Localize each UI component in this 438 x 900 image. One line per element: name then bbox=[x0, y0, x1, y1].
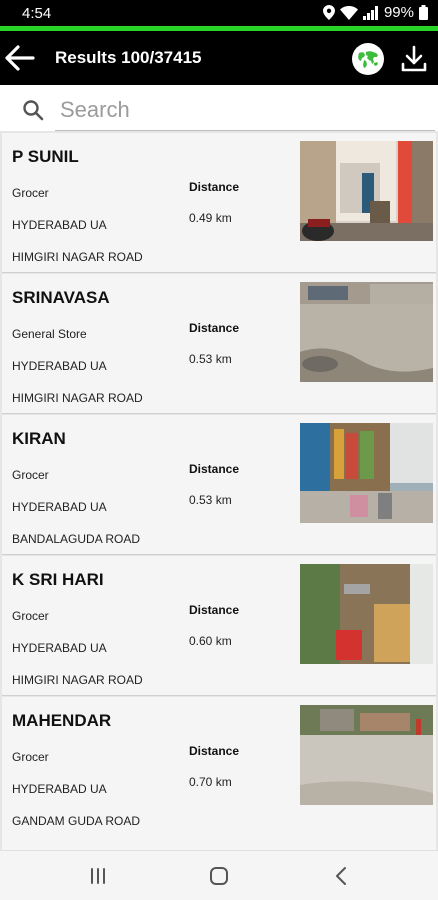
result-card[interactable]: P SUNIL Grocer HYDERABAD UA HIMGIRI NAGA… bbox=[2, 133, 436, 273]
download-icon[interactable] bbox=[400, 45, 428, 73]
distance-value: 0.53 km bbox=[189, 493, 232, 507]
store-name: K SRI HARI bbox=[12, 570, 104, 589]
distance-label: Distance bbox=[189, 180, 240, 194]
search-bar bbox=[0, 85, 438, 133]
result-card[interactable]: K SRI HARI Grocer HYDERABAD UA HIMGIRI N… bbox=[2, 556, 436, 696]
results-list[interactable]: P SUNIL Grocer HYDERABAD UA HIMGIRI NAGA… bbox=[0, 131, 438, 850]
status-icons: 99% bbox=[322, 4, 428, 21]
store-city: HYDERABAD UA bbox=[12, 641, 107, 655]
store-road: BANDALAGUDA ROAD bbox=[12, 532, 141, 546]
store-road: GANDAM GUDA ROAD bbox=[12, 814, 141, 828]
store-city: HYDERABAD UA bbox=[12, 218, 107, 232]
store-city: HYDERABAD UA bbox=[12, 500, 107, 514]
store-photo[interactable] bbox=[300, 141, 433, 241]
store-photo[interactable] bbox=[300, 423, 433, 523]
battery-percent: 99% bbox=[383, 4, 414, 21]
store-photo[interactable] bbox=[300, 282, 433, 382]
result-card[interactable]: MAHENDAR Grocer HYDERABAD UA GANDAM GUDA… bbox=[2, 697, 436, 837]
result-card[interactable]: SRINAVASA General Store HYDERABAD UA HIM… bbox=[2, 274, 436, 414]
search-input[interactable] bbox=[60, 93, 430, 127]
results-title: Results 100/37415 bbox=[55, 48, 202, 67]
battery-icon bbox=[419, 5, 428, 20]
store-city: HYDERABAD UA bbox=[12, 782, 107, 796]
store-category: Grocer bbox=[12, 609, 49, 623]
distance-label: Distance bbox=[189, 321, 240, 335]
store-category: Grocer bbox=[12, 750, 49, 764]
location-icon bbox=[322, 5, 335, 20]
search-icon bbox=[23, 100, 44, 121]
home-icon[interactable] bbox=[206, 863, 232, 889]
store-name: MAHENDAR bbox=[12, 711, 112, 730]
result-card[interactable]: KIRAN Grocer HYDERABAD UA BANDALAGUDA RO… bbox=[2, 415, 436, 555]
store-road: HIMGIRI NAGAR ROAD bbox=[12, 391, 143, 405]
store-name: P SUNIL bbox=[12, 147, 79, 166]
store-photo[interactable] bbox=[300, 705, 433, 805]
store-category: Grocer bbox=[12, 468, 49, 482]
store-road: HIMGIRI NAGAR ROAD bbox=[12, 250, 143, 264]
distance-label: Distance bbox=[189, 462, 240, 476]
result-card[interactable] bbox=[2, 833, 436, 850]
signal-icon bbox=[362, 5, 378, 20]
map-view-button[interactable] bbox=[352, 43, 384, 75]
distance-value: 0.53 km bbox=[189, 352, 232, 366]
store-name: KIRAN bbox=[12, 429, 66, 448]
store-road: HIMGIRI NAGAR ROAD bbox=[12, 673, 143, 687]
distance-value: 0.49 km bbox=[189, 211, 232, 225]
world-map-icon bbox=[358, 51, 378, 68]
store-category: Grocer bbox=[12, 186, 49, 200]
arrow-left-icon[interactable] bbox=[3, 43, 35, 73]
status-time: 4:54 bbox=[22, 5, 52, 22]
app-bar: Results 100/37415 bbox=[0, 31, 438, 85]
system-nav-bar bbox=[0, 850, 438, 900]
store-category: General Store bbox=[12, 327, 87, 341]
store-name: SRINAVASA bbox=[12, 288, 110, 307]
store-city: HYDERABAD UA bbox=[12, 359, 107, 373]
status-bar: 4:54 99% bbox=[0, 0, 438, 26]
chevron-left-icon[interactable] bbox=[329, 863, 355, 889]
store-photo[interactable] bbox=[300, 564, 433, 664]
distance-label: Distance bbox=[189, 603, 240, 617]
distance-value: 0.60 km bbox=[189, 634, 232, 648]
distance-label: Distance bbox=[189, 744, 240, 758]
recents-icon[interactable] bbox=[85, 863, 111, 889]
distance-value: 0.70 km bbox=[189, 775, 232, 789]
wifi-icon bbox=[339, 5, 358, 20]
